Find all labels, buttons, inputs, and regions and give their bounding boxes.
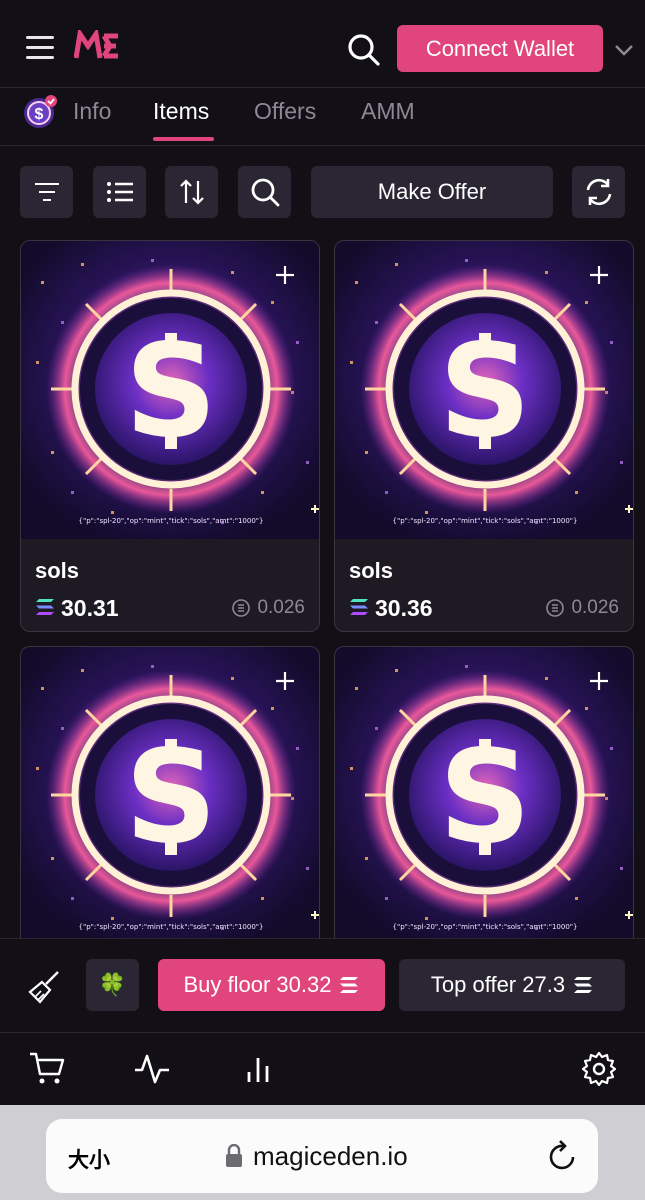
tab-offers[interactable]: Offers: [254, 98, 316, 125]
item-fee: 0.026: [545, 597, 619, 619]
top-offer-label: Top offer 27.3: [430, 972, 566, 997]
item-price: 30.36: [375, 595, 433, 621]
search-icon: [251, 178, 279, 207]
magic-eden-logo[interactable]: [73, 27, 120, 67]
item-card[interactable]: {"p":"spl-20","op":"mint","tick":"sols",…: [20, 240, 320, 632]
menu-icon[interactable]: [26, 36, 54, 60]
solana-icon: [36, 599, 54, 615]
buy-floor-button[interactable]: Buy floor 30.32: [158, 959, 385, 1011]
buy-floor-label: Buy floor 30.32: [183, 972, 332, 997]
item-card[interactable]: {"p":"spl-20","op":"mint","tick":"sols",…: [334, 240, 634, 632]
list-view-icon: [106, 182, 133, 202]
inscription-text: {"p":"spl-20","op":"mint","tick":"sols",…: [392, 923, 578, 931]
add-to-cart-icon[interactable]: [273, 263, 297, 287]
fee-value: 0.026: [571, 597, 619, 618]
item-card[interactable]: {"p":"spl-20","op":"mint","tick":"sols",…: [334, 646, 634, 956]
clover-icon: 🍀: [98, 972, 127, 997]
filter-button[interactable]: [20, 166, 73, 218]
search-icon[interactable]: [346, 32, 382, 68]
chevron-down-icon[interactable]: [612, 38, 636, 62]
tab-items[interactable]: Items: [153, 98, 209, 125]
tab-info[interactable]: Info: [73, 98, 111, 125]
inscription-text: {"p":"spl-20","op":"mint","tick":"sols",…: [78, 517, 264, 525]
item-fee: 0.026: [231, 597, 305, 619]
item-search-button[interactable]: [238, 166, 291, 218]
solana-icon: [340, 977, 359, 993]
sort-button[interactable]: [165, 166, 218, 218]
solana-icon: [574, 977, 593, 993]
fee-value: 0.026: [257, 597, 305, 618]
lucky-buy-button[interactable]: 🍀: [86, 959, 139, 1011]
settings-icon[interactable]: [580, 1050, 618, 1088]
reload-icon[interactable]: [548, 1140, 578, 1172]
active-tab-indicator: [153, 137, 214, 141]
refresh-icon: [586, 178, 611, 206]
add-to-cart-icon[interactable]: [587, 669, 611, 693]
url-text[interactable]: magiceden.io: [253, 1141, 408, 1172]
inscription-text: {"p":"spl-20","op":"mint","tick":"sols",…: [78, 923, 264, 931]
connect-wallet-button[interactable]: Connect Wallet: [397, 25, 603, 72]
bottom-nav: [0, 1033, 645, 1105]
make-offer-button[interactable]: Make Offer: [311, 166, 553, 218]
item-price: 30.31: [61, 595, 119, 621]
filter-icon: [34, 183, 59, 201]
inscription-text: {"p":"spl-20","op":"mint","tick":"sols",…: [392, 517, 578, 525]
analytics-icon[interactable]: [239, 1050, 277, 1088]
item-name: sols: [349, 558, 394, 583]
sweep-icon[interactable]: [26, 968, 64, 1006]
solana-icon: [350, 599, 368, 615]
cart-icon[interactable]: [28, 1050, 66, 1088]
text-size-button[interactable]: 大小: [68, 1144, 110, 1174]
tab-amm[interactable]: AMM: [361, 98, 415, 125]
collection-avatar: $: [22, 94, 58, 130]
add-to-cart-icon[interactable]: [587, 263, 611, 287]
top-offer-button[interactable]: Top offer 27.3: [399, 959, 625, 1011]
item-name: sols: [35, 558, 80, 583]
item-card[interactable]: {"p":"spl-20","op":"mint","tick":"sols",…: [20, 646, 320, 956]
activity-icon[interactable]: [133, 1050, 171, 1088]
sort-icon: [179, 179, 204, 205]
fee-icon: [232, 599, 251, 617]
svg-text:$: $: [35, 106, 44, 123]
refresh-button[interactable]: [572, 166, 625, 218]
list-view-button[interactable]: [93, 166, 146, 218]
fee-icon: [546, 599, 565, 617]
add-to-cart-icon[interactable]: [273, 669, 297, 693]
lock-icon: [225, 1143, 243, 1168]
